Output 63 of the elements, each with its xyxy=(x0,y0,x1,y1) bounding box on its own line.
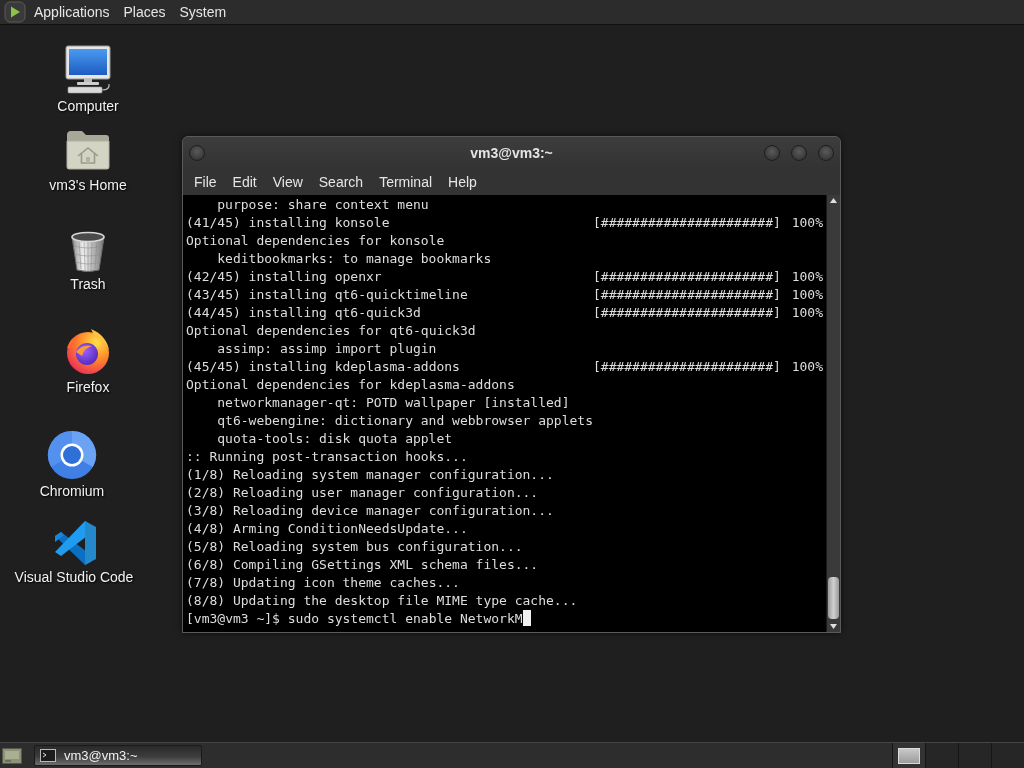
progress-bar-text: [######################] xyxy=(593,304,781,322)
panel-menu[interactable]: System xyxy=(172,2,234,22)
panel-menu[interactable]: Applications xyxy=(27,2,117,22)
percent-text: 100% xyxy=(791,304,823,322)
firefox-icon[interactable] xyxy=(64,326,112,376)
terminal-line: (6/8) Compiling GSettings XML schema files... xyxy=(186,557,539,572)
menu-item[interactable]: Edit xyxy=(224,171,265,192)
percent-text: 100% xyxy=(791,268,823,286)
terminal-line: (2/8) Reloading user manager configuration... xyxy=(186,485,539,500)
home-folder-icon[interactable] xyxy=(65,129,111,171)
desktop-icon-label[interactable]: Computer xyxy=(57,98,119,115)
menu-item[interactable]: Terminal xyxy=(371,171,441,192)
terminal-line: (3/8) Reloading device manager configuration... xyxy=(186,503,554,518)
chromium-icon[interactable] xyxy=(47,430,97,480)
desktop-icon-label[interactable]: Firefox xyxy=(66,379,110,396)
scroll-down-icon[interactable] xyxy=(830,624,837,629)
terminal-line: (41/45) installing konsole xyxy=(186,214,390,232)
menu-item[interactable]: View xyxy=(264,171,311,192)
desktop-icon-label[interactable]: Chromium xyxy=(39,483,105,500)
terminal-line: Optional dependencies for konsole xyxy=(186,233,445,248)
command-prompt[interactable]: [vm3@vm3 ~]$ sudo systemctl enable NetworkM xyxy=(186,611,523,626)
scroll-up-icon[interactable] xyxy=(830,198,837,203)
terminal-line: Optional dependencies for kdeplasma-addons xyxy=(186,377,515,392)
terminal-line: (42/45) installing openxr xyxy=(186,268,382,286)
panel-menu[interactable]: Places xyxy=(116,2,173,22)
terminal-line: qt6-webengine: dictionary and webbrowser applets xyxy=(217,413,593,428)
terminal-line: (45/45) installing kdeplasma-addons xyxy=(186,358,460,376)
terminal-line: :: Running post-transaction hooks... xyxy=(186,449,468,464)
terminal-line: quota-tools: disk quota applet xyxy=(217,431,453,446)
workspace-button[interactable] xyxy=(892,743,925,768)
menu-item[interactable]: Search xyxy=(310,171,372,192)
progress-bar-text: [######################] xyxy=(593,214,781,232)
menu-item[interactable]: Help xyxy=(440,171,485,192)
desktop-icon-label[interactable]: Visual Studio Code xyxy=(14,569,134,586)
progress-bar-text: [######################] xyxy=(593,358,781,376)
terminal-line: (7/8) Updating icon theme caches... xyxy=(186,575,460,590)
desktop-icon-label[interactable]: vm3's Home xyxy=(49,177,127,194)
progress-bar-text: [######################] xyxy=(593,268,781,286)
terminal-icon xyxy=(40,749,56,762)
taskbar-button[interactable]: vm3@vm3:~ xyxy=(34,745,202,766)
desktop-icon-label[interactable]: Trash xyxy=(70,276,106,293)
menu-item[interactable]: File xyxy=(186,171,225,192)
cursor-icon xyxy=(522,610,531,626)
terminal-line: (44/45) installing qt6-quick3d xyxy=(186,304,421,322)
terminal-line: (1/8) Reloading system manager configuration... xyxy=(186,467,554,482)
percent-text: 100% xyxy=(791,358,823,376)
terminal-line: keditbookmarks: to manage bookmarks xyxy=(217,251,492,266)
terminal-line: (4/8) Arming ConditionNeedsUpdate... xyxy=(186,521,468,536)
terminal-line: assimp: assimp import plugin xyxy=(217,341,437,356)
window-title: vm3@vm3:~ xyxy=(470,144,553,161)
terminal-line: (43/45) installing qt6-quicktimeline xyxy=(186,286,468,304)
terminal-line: Optional dependencies for qt6-quick3d xyxy=(186,323,476,338)
computer-icon[interactable] xyxy=(63,45,113,95)
terminal-line: purpose: share context menu xyxy=(217,197,429,212)
scrollbar-thumb[interactable] xyxy=(828,577,839,619)
percent-text: 100% xyxy=(791,286,823,304)
terminal-line: networkmanager-qt: POTD wallpaper [installed] xyxy=(217,395,570,410)
percent-text: 100% xyxy=(791,214,823,232)
progress-bar-text: [######################] xyxy=(593,286,781,304)
terminal-line: (5/8) Reloading system bus configuration... xyxy=(186,539,523,554)
play-logo-icon[interactable] xyxy=(4,1,26,23)
show-desktop-icon[interactable] xyxy=(2,746,22,765)
terminal-line: (8/8) Updating the desktop file MIME type cache... xyxy=(186,593,578,608)
